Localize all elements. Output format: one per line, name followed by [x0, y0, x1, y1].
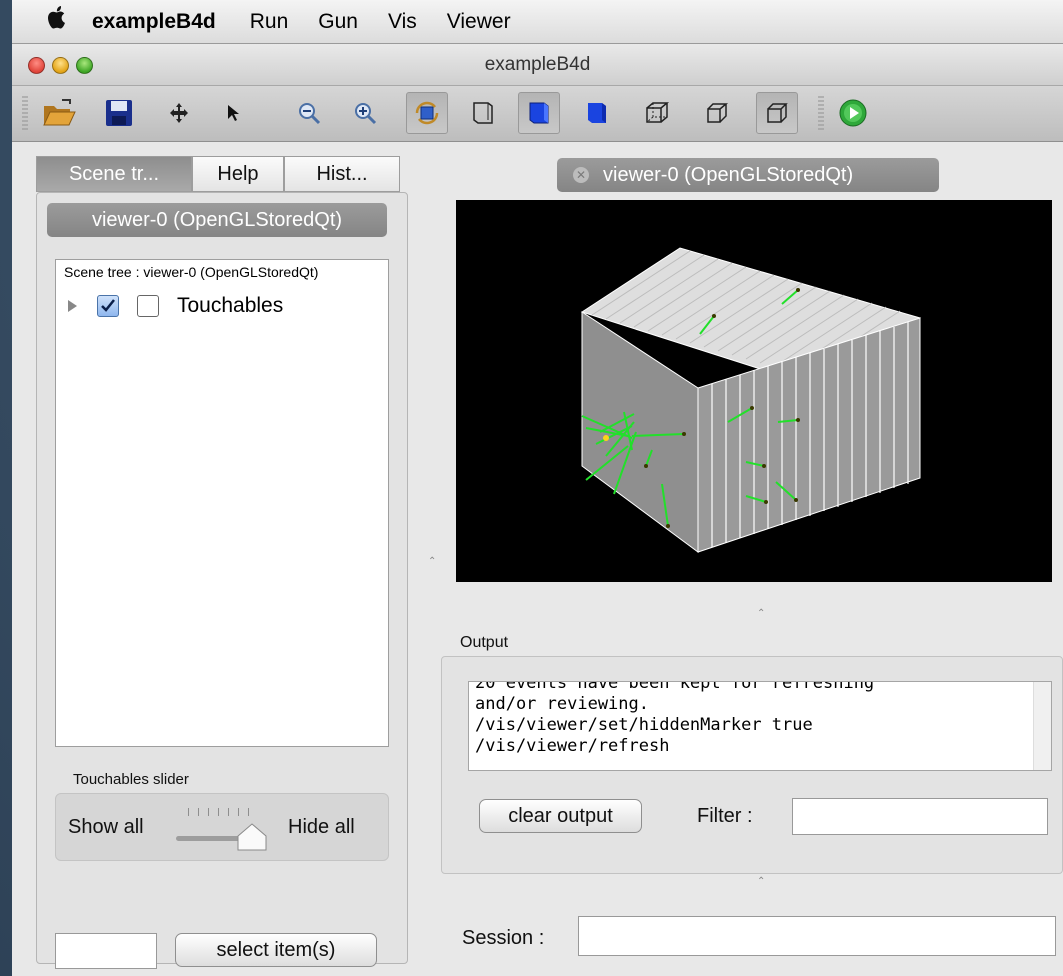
solid-hlr-icon[interactable] — [518, 92, 560, 134]
vertex-marker — [603, 435, 609, 441]
run-beam-icon[interactable] — [832, 92, 874, 134]
touchables-slider-label: Touchables slider — [73, 771, 189, 788]
apple-icon[interactable] — [46, 5, 92, 38]
toolbar-grip[interactable] — [818, 96, 824, 130]
touchables-slider-thumb[interactable] — [236, 822, 268, 852]
output-group: 20 events have been kept for refreshing … — [441, 656, 1063, 874]
scene-tree-header: Scene tree : viewer-0 (OpenGLStoredQt) — [64, 264, 319, 280]
select-items-button[interactable]: select item(s) — [175, 933, 377, 967]
left-dock: Scene tr... Help Hist... viewer-0 (OpenG… — [36, 156, 408, 969]
touchables-slider-box: Show all Hide all — [55, 793, 389, 861]
detector-scene — [580, 247, 922, 553]
horizontal-splitter-handle[interactable]: ⌃ — [428, 556, 436, 567]
scene-tree-pane: viewer-0 (OpenGLStoredQt) Scene tree : v… — [36, 192, 408, 969]
output-scrollbar[interactable] — [1033, 682, 1051, 770]
pick-arrow-icon[interactable] — [212, 92, 254, 134]
session-label: Session : — [462, 927, 545, 949]
toolbar-grip[interactable] — [22, 96, 28, 130]
window-title: exampleB4d — [484, 54, 591, 75]
zoom-out-icon[interactable] — [288, 92, 330, 134]
output-line: /vis/viewer/set/hiddenMarker true — [475, 715, 813, 735]
menu-viewer[interactable]: Viewer — [447, 10, 511, 34]
title-bar[interactable]: exampleB4d — [12, 44, 1063, 86]
visibility-checkbox[interactable] — [97, 295, 119, 317]
solid-icon[interactable] — [576, 92, 618, 134]
vertical-splitter-handle[interactable]: ⌃ — [757, 608, 765, 619]
viewer-tab[interactable]: ✕ viewer-0 (OpenGLStoredQt) — [557, 158, 939, 192]
session-splitter-handle[interactable]: ⌃ — [757, 876, 765, 887]
toolbar — [12, 86, 1063, 142]
output-text-area[interactable]: 20 events have been kept for refreshing … — [468, 681, 1052, 771]
tab-help[interactable]: Help — [192, 156, 284, 192]
menu-run[interactable]: Run — [250, 10, 289, 34]
detector-front-face — [581, 311, 699, 553]
output-line: 20 events have been kept for refreshing — [475, 681, 875, 693]
viewer-tab-label: viewer-0 (OpenGLStoredQt) — [603, 164, 854, 186]
tree-item-touchables[interactable]: Touchables — [68, 292, 283, 320]
session-input[interactable] — [578, 916, 1056, 956]
tab-history[interactable]: Hist... — [284, 156, 400, 192]
output-line: and/or reviewing. — [475, 694, 649, 714]
open-folder-icon[interactable] — [38, 92, 80, 134]
scene-tree[interactable]: Scene tree : viewer-0 (OpenGLStoredQt) T… — [55, 259, 389, 747]
scene-viewer-tab[interactable]: viewer-0 (OpenGLStoredQt) — [47, 203, 387, 237]
hide-all-label: Hide all — [288, 816, 355, 838]
move-icon[interactable] — [158, 92, 200, 134]
checkmark-icon — [101, 299, 115, 312]
zoom-in-icon[interactable] — [344, 92, 386, 134]
select-item-input[interactable] — [55, 933, 157, 969]
menu-bar: exampleB4d Run Gun Vis Viewer — [12, 0, 1063, 44]
wireframe-icon[interactable] — [462, 92, 504, 134]
save-icon[interactable] — [98, 92, 140, 134]
slider-ticks — [188, 808, 252, 816]
hidden-line-icon[interactable] — [636, 92, 678, 134]
output-group-label: Output — [460, 634, 509, 651]
ortho-icon[interactable] — [756, 92, 798, 134]
show-all-label: Show all — [68, 816, 144, 838]
close-circle-icon[interactable]: ✕ — [573, 167, 589, 183]
menu-vis[interactable]: Vis — [388, 10, 417, 34]
filter-input[interactable] — [792, 798, 1048, 835]
menu-gun[interactable]: Gun — [318, 10, 358, 34]
opengl-viewport[interactable] — [456, 200, 1052, 582]
app-menu[interactable]: exampleB4d — [92, 10, 216, 34]
perspective-icon[interactable] — [696, 92, 738, 134]
output-line: /vis/viewer/refresh — [475, 736, 670, 756]
disclosure-triangle-icon[interactable] — [68, 300, 77, 312]
clear-output-button[interactable]: clear output — [479, 799, 642, 833]
rotate-icon[interactable] — [406, 92, 448, 134]
tree-item-label: Touchables — [177, 294, 284, 317]
tab-scene-tree[interactable]: Scene tr... — [36, 156, 192, 192]
left-tab-bar: Scene tr... Help Hist... — [36, 156, 400, 192]
filter-label: Filter : — [697, 805, 753, 827]
select-checkbox[interactable] — [137, 295, 159, 317]
